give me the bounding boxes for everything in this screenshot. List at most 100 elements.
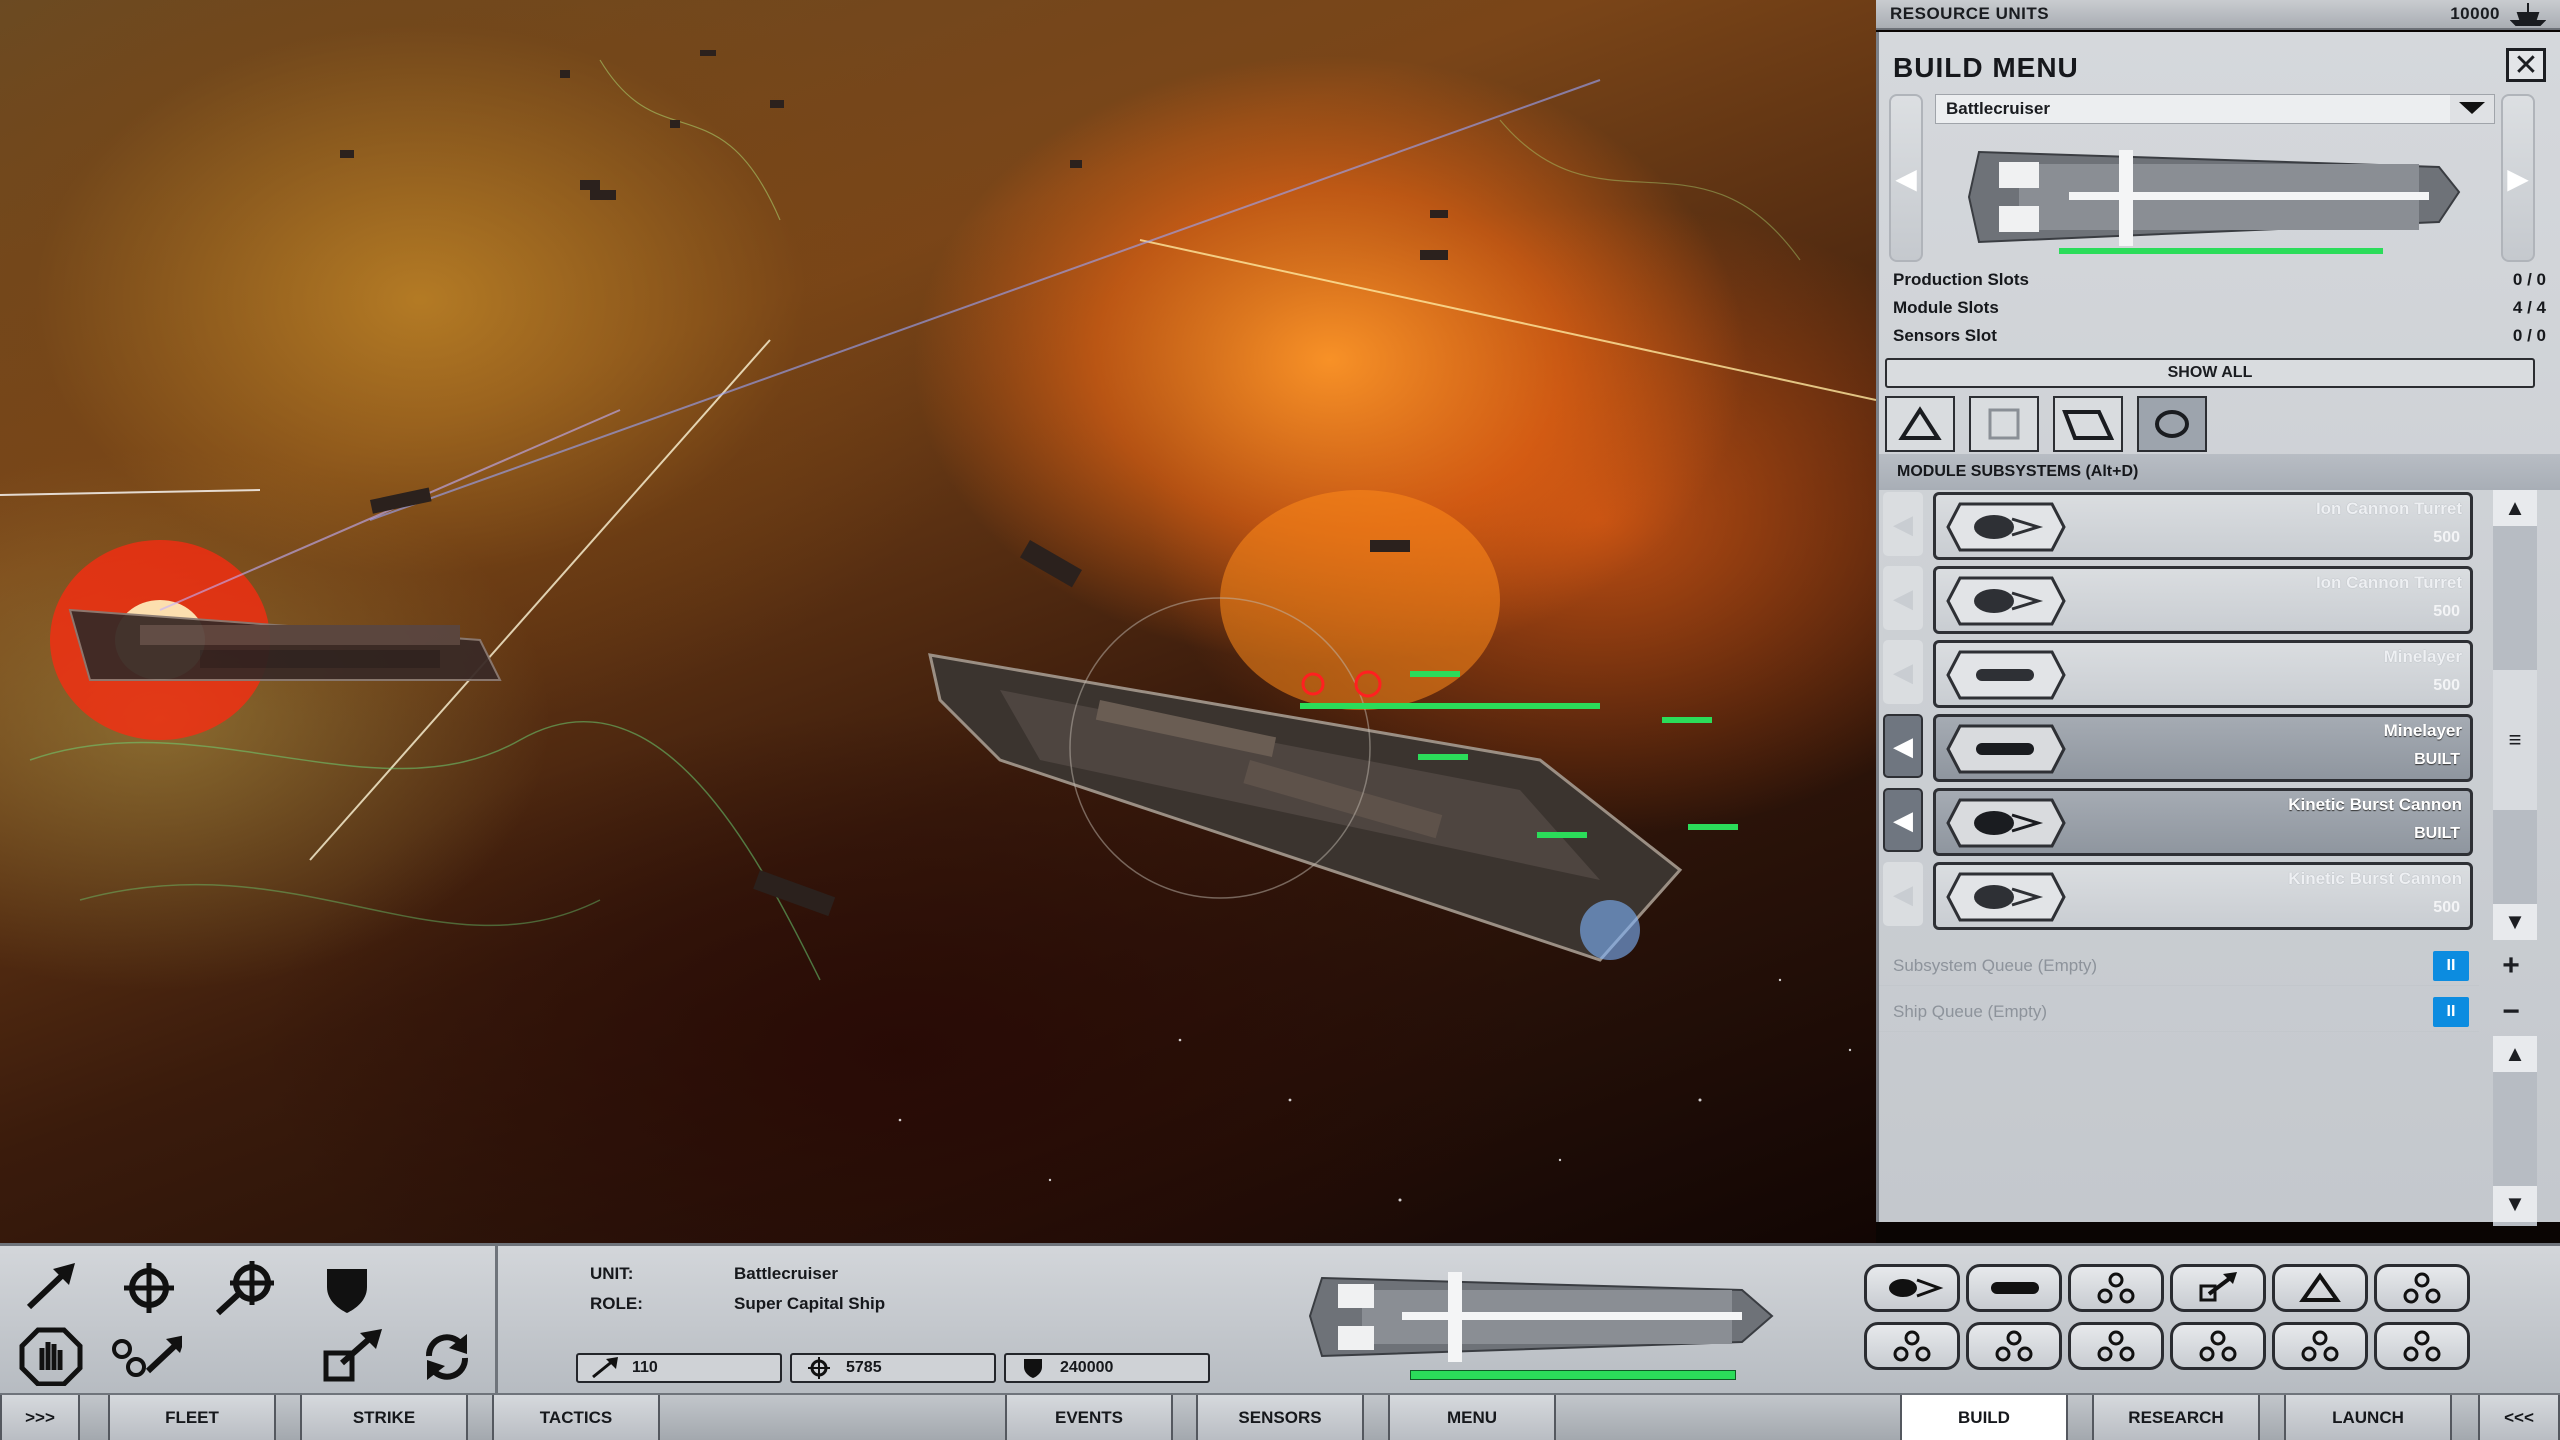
scroll-down-button[interactable]: ▼ <box>2493 904 2537 940</box>
previous-ship-button[interactable]: ◀ <box>1889 94 1923 262</box>
scroll-thumb[interactable]: ≡ <box>2493 670 2537 810</box>
chevron-left-icon: ◀ <box>1893 656 1913 687</box>
expand-tabs-button[interactable]: >>> <box>0 1395 80 1440</box>
tab-launch[interactable]: LAUNCH <box>2284 1395 2452 1440</box>
attack-button[interactable] <box>112 1256 186 1320</box>
chevron-left-icon: ◀ <box>1893 730 1913 761</box>
module-remove-button[interactable]: ◀ <box>1883 566 1923 630</box>
game-viewport[interactable] <box>0 0 1876 1243</box>
module-slots-label: Module Slots <box>1893 298 1999 317</box>
resource-ship-icon <box>2510 3 2546 26</box>
build-menu-panel: BUILD MENU ✕ ◀ ▶ Battlecruiser Productio… <box>1876 32 2560 1226</box>
move-button[interactable] <box>14 1256 88 1320</box>
firepower-stat: 5785 <box>790 1353 996 1383</box>
tab-fleet[interactable]: FLEET <box>108 1395 276 1440</box>
production-slots-label: Production Slots <box>1893 270 2029 289</box>
module-row[interactable]: Ion Cannon Turret 500 <box>1933 566 2473 634</box>
defend-button[interactable] <box>310 1256 384 1320</box>
ship-type-select[interactable]: Battlecruiser <box>1935 94 2495 124</box>
attack-move-icon <box>215 1261 274 1316</box>
module-slot-empty[interactable] <box>2068 1322 2164 1370</box>
module-slot-empty[interactable] <box>1966 1322 2062 1370</box>
filter-parallelogram-button[interactable] <box>2053 396 2123 452</box>
chevron-up-icon: ▲ <box>2504 1041 2526 1066</box>
circle-filter-icon <box>2155 410 2189 438</box>
next-ship-button[interactable]: ▶ <box>2501 94 2535 262</box>
module-slot-ion-cannon[interactable] <box>1864 1264 1960 1312</box>
order-buttons <box>0 1246 498 1396</box>
module-slot-empty[interactable] <box>2374 1264 2470 1312</box>
module-remove-button[interactable]: ◀ <box>1883 862 1923 926</box>
add-button[interactable]: + <box>2493 949 2529 982</box>
sensors-slot-label: Sensors Slot <box>1893 326 1997 345</box>
module-slot-empty[interactable] <box>2374 1322 2470 1370</box>
empty-slot-icon <box>2403 1330 2441 1362</box>
dock-button[interactable] <box>316 1324 390 1388</box>
queue-scroll-down-button[interactable]: ▼ <box>2493 1186 2537 1222</box>
tab-build[interactable]: BUILD <box>1900 1395 2068 1440</box>
tab-events[interactable]: EVENTS <box>1005 1395 1173 1440</box>
speed-value: 110 <box>632 1359 658 1376</box>
retire-button[interactable] <box>410 1324 484 1388</box>
show-all-button[interactable]: SHOW ALL <box>1885 358 2535 388</box>
filter-circle-button[interactable] <box>2137 396 2207 452</box>
module-slot-empty[interactable] <box>2272 1322 2368 1370</box>
queue-scrollbar[interactable]: ▲ ▼ <box>2493 1036 2537 1226</box>
chevron-left-icon: ◀ <box>1895 162 1917 194</box>
filter-triangle-button[interactable] <box>1885 396 1955 452</box>
module-row[interactable]: Kinetic Burst Cannon 500 <box>1933 862 2473 930</box>
remove-button[interactable]: − <box>2493 995 2529 1028</box>
module-remove-button[interactable]: ◀ <box>1883 788 1923 852</box>
module-row[interactable]: Minelayer BUILT <box>1933 714 2473 782</box>
stop-button[interactable] <box>14 1324 88 1388</box>
tab-menu[interactable]: MENU <box>1388 1395 1556 1440</box>
armor-icon <box>1024 1359 1042 1378</box>
chevron-down-icon: ▼ <box>2504 909 2526 934</box>
module-remove-button[interactable]: ◀ <box>1883 714 1923 778</box>
attack-move-button[interactable] <box>210 1256 284 1320</box>
enemy-battlecruiser <box>68 608 502 681</box>
module-row[interactable]: Kinetic Burst Cannon BUILT <box>1933 788 2473 856</box>
production-slots-value: 0 / 0 <box>2512 270 2546 289</box>
module-slot-triangle[interactable] <box>2272 1264 2368 1312</box>
subsystem-queue-pause-button[interactable]: II <box>2433 951 2469 981</box>
dock-icon <box>323 1329 382 1382</box>
module-row[interactable]: Minelayer 500 <box>1933 640 2473 708</box>
chevron-down-icon[interactable] <box>2450 95 2494 123</box>
module-slot-minelayer[interactable] <box>1966 1264 2062 1312</box>
tab-research[interactable]: RESEARCH <box>2092 1395 2260 1440</box>
tab-tactics[interactable]: TACTICS <box>492 1395 660 1440</box>
ship-queue-pause-button[interactable]: II <box>2433 997 2469 1027</box>
subsystem-queue: Subsystem Queue (Empty) <box>1879 946 2479 986</box>
module-status: 500 <box>2433 603 2460 620</box>
bottom-hud: UNIT: Battlecruiser ROLE: Super Capital … <box>0 1243 2560 1396</box>
close-button[interactable]: ✕ <box>2506 48 2546 82</box>
filter-square-button[interactable] <box>1969 396 2039 452</box>
guard-button[interactable] <box>108 1324 182 1388</box>
parallelogram-filter-icon <box>2062 410 2115 440</box>
module-slot-launch[interactable] <box>2170 1264 2266 1312</box>
module-slot-empty[interactable] <box>2068 1264 2164 1312</box>
role-value: Super Capital Ship <box>734 1294 886 1313</box>
move-icon <box>26 1263 75 1310</box>
module-name: Minelayer <box>2383 721 2462 740</box>
space-battle-scene <box>0 50 1876 1202</box>
module-status: BUILT <box>2414 825 2460 842</box>
tab-strike[interactable]: STRIKE <box>300 1395 468 1440</box>
module-slot-empty[interactable] <box>2170 1322 2266 1370</box>
module-slot-empty[interactable] <box>1864 1322 1960 1370</box>
module-remove-button[interactable]: ◀ <box>1883 640 1923 704</box>
module-row[interactable]: Ion Cannon Turret 500 <box>1933 492 2473 560</box>
module-name: Kinetic Burst Cannon <box>2288 869 2462 888</box>
ship-queue: Ship Queue (Empty) <box>1879 992 2479 1032</box>
collapse-tabs-button[interactable]: <<< <box>2478 1395 2560 1440</box>
ship-preview-image <box>1967 150 2461 246</box>
unit-health-bar <box>1410 1370 1736 1380</box>
module-remove-button[interactable]: ◀ <box>1883 492 1923 556</box>
queue-scroll-up-button[interactable]: ▲ <box>2493 1036 2537 1072</box>
module-name: Minelayer <box>2383 647 2462 666</box>
minelayer-icon <box>1991 1282 2039 1294</box>
module-scrollbar[interactable]: ▲ ≡ ▼ <box>2493 490 2537 940</box>
scroll-up-button[interactable]: ▲ <box>2493 490 2537 526</box>
tab-sensors[interactable]: SENSORS <box>1196 1395 1364 1440</box>
